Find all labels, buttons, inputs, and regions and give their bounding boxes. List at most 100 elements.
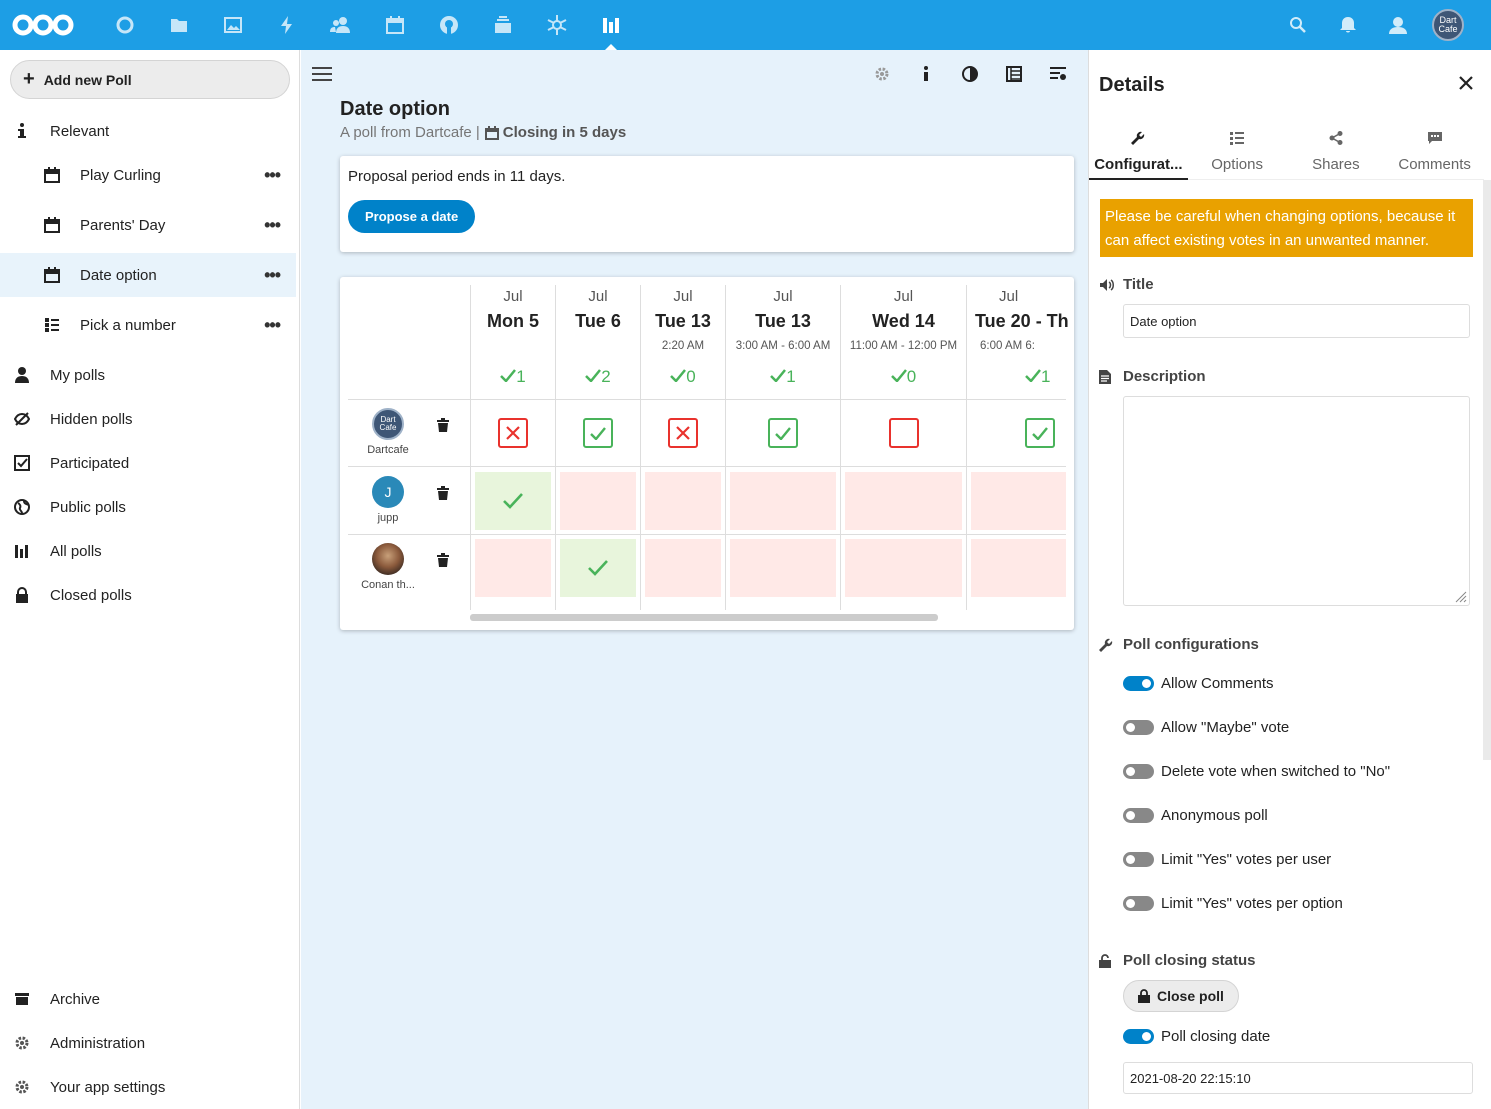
search-icon[interactable] [1273,0,1323,50]
notifications-bell-icon[interactable] [1323,0,1373,50]
vote-cell-yes [560,539,636,597]
plus-icon: + [23,68,35,90]
poll-item-parents-day[interactable]: Parents' Day ••• [0,203,296,247]
user-avatar[interactable]: Dart Cafe [1423,0,1473,50]
nav-participated[interactable]: Participated [0,441,296,485]
more-actions-icon[interactable]: ••• [264,215,281,236]
speaker-icon [1099,278,1123,292]
poll-item-play-curling[interactable]: Play Curling ••• [0,153,296,197]
contacts-icon[interactable] [314,0,368,50]
integration-icon[interactable] [530,0,584,50]
lock-icon [1138,989,1150,1003]
polls-icon [0,543,44,559]
close-icon[interactable] [1459,70,1473,96]
nav-closed-polls[interactable]: Closed polls [0,573,296,617]
list-icon [1188,126,1287,150]
divider [725,285,726,610]
contrast-icon[interactable] [958,62,982,86]
nav-administration[interactable]: Administration [0,1021,296,1065]
avatar: Dart Cafe [372,408,404,440]
poll-configurations-section: Poll configurations [1099,636,1259,653]
github-icon[interactable] [422,0,476,50]
vote-cell-no [971,472,1066,530]
tab-options[interactable]: Options [1187,122,1287,180]
trash-icon[interactable] [437,418,449,436]
trash-icon[interactable] [437,553,449,571]
more-actions-icon[interactable]: ••• [264,315,281,336]
divider [966,285,967,610]
toggle-switch[interactable] [1123,808,1154,823]
calendar-icon [30,267,74,283]
toggle-switch[interactable] [1123,852,1154,867]
contacts-menu-icon[interactable] [1373,0,1423,50]
more-actions-icon[interactable]: ••• [264,165,281,186]
vote-yes-icon[interactable] [768,418,798,448]
divider [348,466,1066,467]
toggle-switch[interactable] [1123,896,1154,911]
nav-public-polls[interactable]: Public polls [0,485,296,529]
details-title: Details [1099,74,1165,96]
nav-my-polls[interactable]: My polls [0,353,296,397]
participant-conan: Conan th... [348,543,428,591]
description-textarea[interactable] [1123,396,1470,606]
toggle-switch[interactable] [1123,676,1154,691]
trash-icon[interactable] [437,486,449,504]
nextcloud-logo-icon[interactable] [12,0,74,50]
nav-relevant[interactable]: Relevant [0,109,296,153]
title-section: Title [1099,276,1154,293]
delete-vote-toggle[interactable]: Delete vote when switched to "No" [1123,763,1390,780]
closing-date-toggle[interactable]: Poll closing date [1123,1028,1270,1045]
nav-app-settings[interactable]: Your app settings [0,1065,296,1109]
anonymous-poll-toggle[interactable]: Anonymous poll [1123,807,1268,824]
toggle-switch[interactable] [1123,720,1154,735]
deck-icon[interactable] [476,0,530,50]
hamburger-menu-icon[interactable] [310,62,334,86]
vote-cell-no [560,472,636,530]
vote-unvoted-icon[interactable] [889,418,919,448]
closing-date-input[interactable]: 2021-08-20 22:15:10 [1123,1062,1473,1094]
polls-icon[interactable] [584,0,638,50]
close-poll-button[interactable]: Close poll [1123,980,1239,1012]
tab-shares[interactable]: Shares [1286,122,1386,180]
info-icon[interactable] [914,62,938,86]
vote-cell-no [971,539,1066,597]
resize-handle-icon [1455,591,1467,603]
avatar [372,543,404,575]
horizontal-scrollbar[interactable] [470,614,938,621]
limit-votes-option-toggle[interactable]: Limit "Yes" votes per option [1123,895,1343,912]
photos-icon[interactable] [206,0,260,50]
vote-yes-icon[interactable] [583,418,613,448]
nav-hidden-polls[interactable]: Hidden polls [0,397,296,441]
checkbox-icon [0,455,44,471]
sidebar-toggle-icon[interactable] [1046,62,1070,86]
limit-votes-user-toggle[interactable]: Limit "Yes" votes per user [1123,851,1331,868]
tab-comments[interactable]: Comments [1385,122,1484,180]
allow-maybe-toggle[interactable]: Allow "Maybe" vote [1123,719,1289,736]
lock-icon [1099,953,1123,968]
nav-all-polls[interactable]: All polls [0,529,296,573]
calendar-icon[interactable] [368,0,422,50]
toggle-switch[interactable] [1123,1029,1154,1044]
divider [348,399,1066,400]
allow-comments-toggle[interactable]: Allow Comments [1123,675,1274,692]
poll-item-pick-a-number[interactable]: Pick a number ••• [0,303,296,347]
dashboard-icon[interactable] [98,0,152,50]
poll-subtitle: A poll from Dartcafe | Closing in 5 days [340,124,627,141]
vote-yes-icon[interactable] [1025,418,1055,448]
vote-no-icon[interactable] [498,418,528,448]
add-new-poll-button[interactable]: + Add new Poll [10,60,290,99]
files-icon[interactable] [152,0,206,50]
vertical-scrollbar[interactable] [1483,180,1491,760]
lock-icon [0,587,44,603]
vote-no-icon[interactable] [668,418,698,448]
title-input[interactable]: Date option [1123,304,1470,338]
nav-archive[interactable]: Archive [0,977,296,1021]
settings-gear-icon[interactable] [870,62,894,86]
poll-item-date-option[interactable]: Date option ••• [0,253,296,297]
toggle-switch[interactable] [1123,764,1154,779]
tab-configuration[interactable]: Configurat... [1089,122,1188,180]
activity-icon[interactable] [260,0,314,50]
list-view-icon[interactable] [1002,62,1026,86]
propose-date-button[interactable]: Propose a date [348,200,476,233]
more-actions-icon[interactable]: ••• [264,265,281,286]
